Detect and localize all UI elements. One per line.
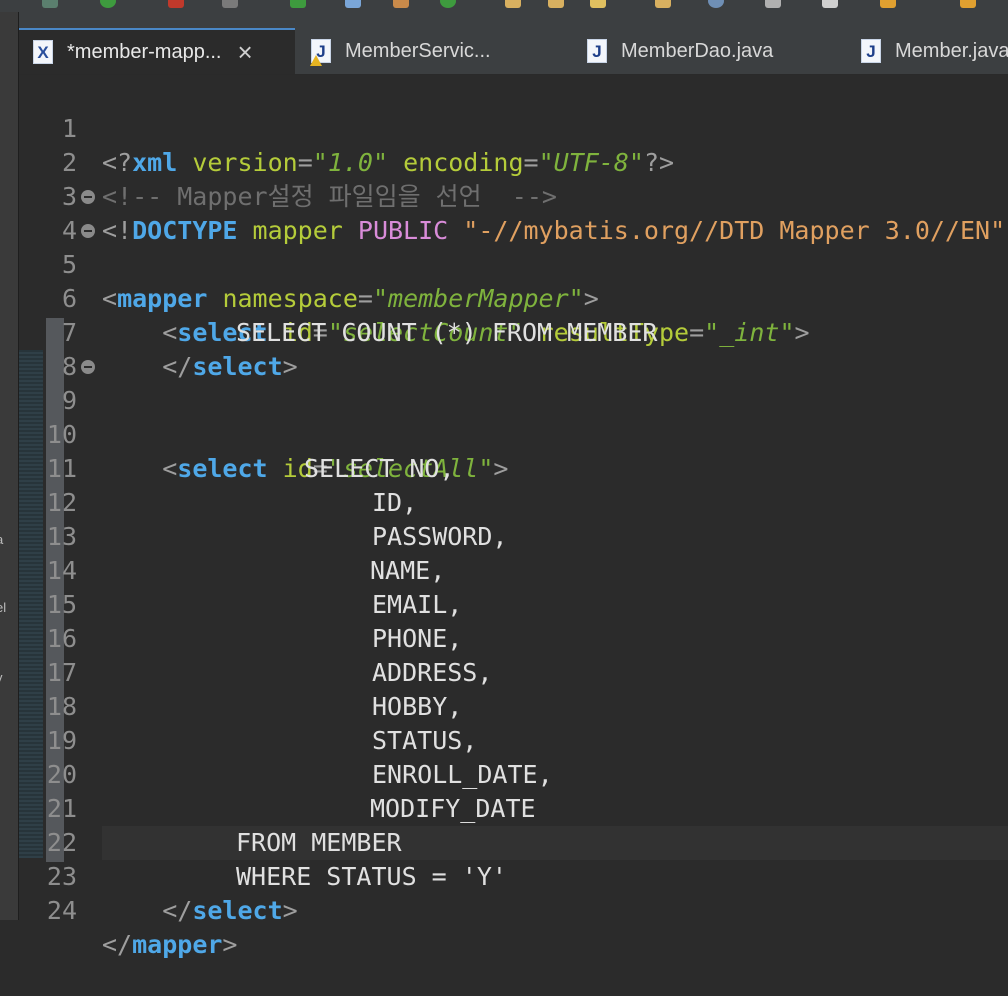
tab-label: Member.java [895, 39, 1008, 62]
code-line[interactable]: 6 SELECT COUNT (*) FROM MEMBER [19, 248, 1008, 347]
code-line[interactable]: 22 WHERE STATUS = 'Y' [19, 792, 1008, 891]
code-line[interactable]: 2 <!-- Mapper설정 파일임을 선언 --> [19, 112, 1008, 211]
java-file-icon: J [861, 39, 881, 63]
left-strip-text: a [0, 532, 3, 547]
code-line[interactable]: 12 PASSWORD, [19, 452, 1008, 551]
toolbar-icon[interactable] [42, 0, 58, 8]
close-icon[interactable]: × [238, 39, 253, 65]
code-line[interactable]: 1 <?xml version="1.0" encoding="UTF-8"?> [19, 78, 1008, 177]
code-line[interactable]: 21 FROM MEMBER [19, 758, 1008, 857]
stop-icon[interactable] [222, 0, 238, 8]
nav-icon[interactable] [822, 0, 838, 8]
code-line[interactable]: 11 ID, [19, 418, 1008, 517]
java-file-icon: J [310, 39, 331, 66]
new-class-icon[interactable] [440, 0, 456, 8]
play-icon[interactable] [290, 0, 306, 8]
fold-toggle-icon[interactable] [81, 190, 95, 204]
forward-arrow-icon[interactable] [960, 0, 976, 8]
search-icon[interactable] [655, 0, 671, 8]
toolbar [0, 0, 1008, 12]
code-line[interactable]: 18 STATUS, [19, 656, 1008, 755]
code-line[interactable]: 8 [19, 316, 1008, 381]
tab-member-service[interactable]: J MemberServic... [310, 28, 491, 74]
line-content: </select> [162, 896, 298, 925]
left-panel-strip: a el v [0, 12, 19, 920]
code-line[interactable]: 16 ADDRESS, [19, 588, 1008, 687]
code-line[interactable]: 4 <mapper namespace="memberMapper"> [19, 180, 1008, 313]
code-editor[interactable]: 1 <?xml version="1.0" encoding="UTF-8"?>… [19, 78, 1008, 959]
line-content: </mapper> [102, 930, 238, 959]
java-file-icon: J [587, 39, 607, 63]
fold-toggle-icon[interactable] [81, 360, 95, 374]
fold-toggle-icon[interactable] [81, 224, 95, 238]
code-line[interactable]: 23 </select> [19, 826, 1008, 925]
xml-file-icon: X [33, 40, 53, 64]
tab-label: *member-mapp... [67, 40, 222, 63]
code-line[interactable]: 3 <!DOCTYPE mapper PUBLIC "-//mybatis.or… [19, 146, 1008, 245]
code-line[interactable]: 9 <select id="selectAll"> [19, 350, 1008, 483]
folder-open-icon[interactable] [548, 0, 564, 8]
layout-icon[interactable] [765, 0, 781, 8]
warning-icon [310, 55, 322, 66]
code-line[interactable]: 13 NAME, [19, 486, 1008, 585]
debug-icon[interactable] [168, 0, 184, 8]
back-arrow-icon[interactable] [880, 0, 896, 8]
code-line[interactable]: 7 </select> [19, 282, 1008, 381]
globe-icon[interactable] [708, 0, 724, 8]
line-number: 24 [46, 896, 77, 925]
code-line[interactable]: 24 </mapper> [19, 860, 1008, 959]
code-line[interactable]: 5 <select id="selectCount" resultType="_… [19, 214, 1008, 347]
tab-label: MemberServic... [345, 39, 491, 62]
open-file-icon[interactable] [345, 0, 361, 8]
folder-icon[interactable] [505, 0, 521, 8]
tab-member-dao[interactable]: J MemberDao.java [587, 28, 773, 74]
code-line[interactable]: 15 PHONE, [19, 554, 1008, 653]
run-icon[interactable] [100, 0, 116, 8]
tab-member[interactable]: J Member.java [861, 28, 1008, 74]
tab-member-mapper[interactable]: X *member-mapp... × [19, 28, 295, 74]
code-line[interactable]: 20 MODIFY_DATE [19, 724, 1008, 823]
left-strip-text: el [0, 600, 7, 615]
pencil-icon[interactable] [590, 0, 606, 8]
tab-label: MemberDao.java [621, 39, 774, 62]
code-line[interactable]: 14 EMAIL, [19, 520, 1008, 619]
package-icon[interactable] [393, 0, 409, 8]
code-line[interactable]: 17 HOBBY, [19, 622, 1008, 721]
code-line[interactable]: 19 ENROLL_DATE, [19, 690, 1008, 789]
editor-tab-bar: X *member-mapp... × J MemberServic... J … [19, 12, 1008, 75]
code-line[interactable]: 10 SELECT NO, [19, 384, 1008, 483]
left-strip-text: v [0, 670, 3, 685]
